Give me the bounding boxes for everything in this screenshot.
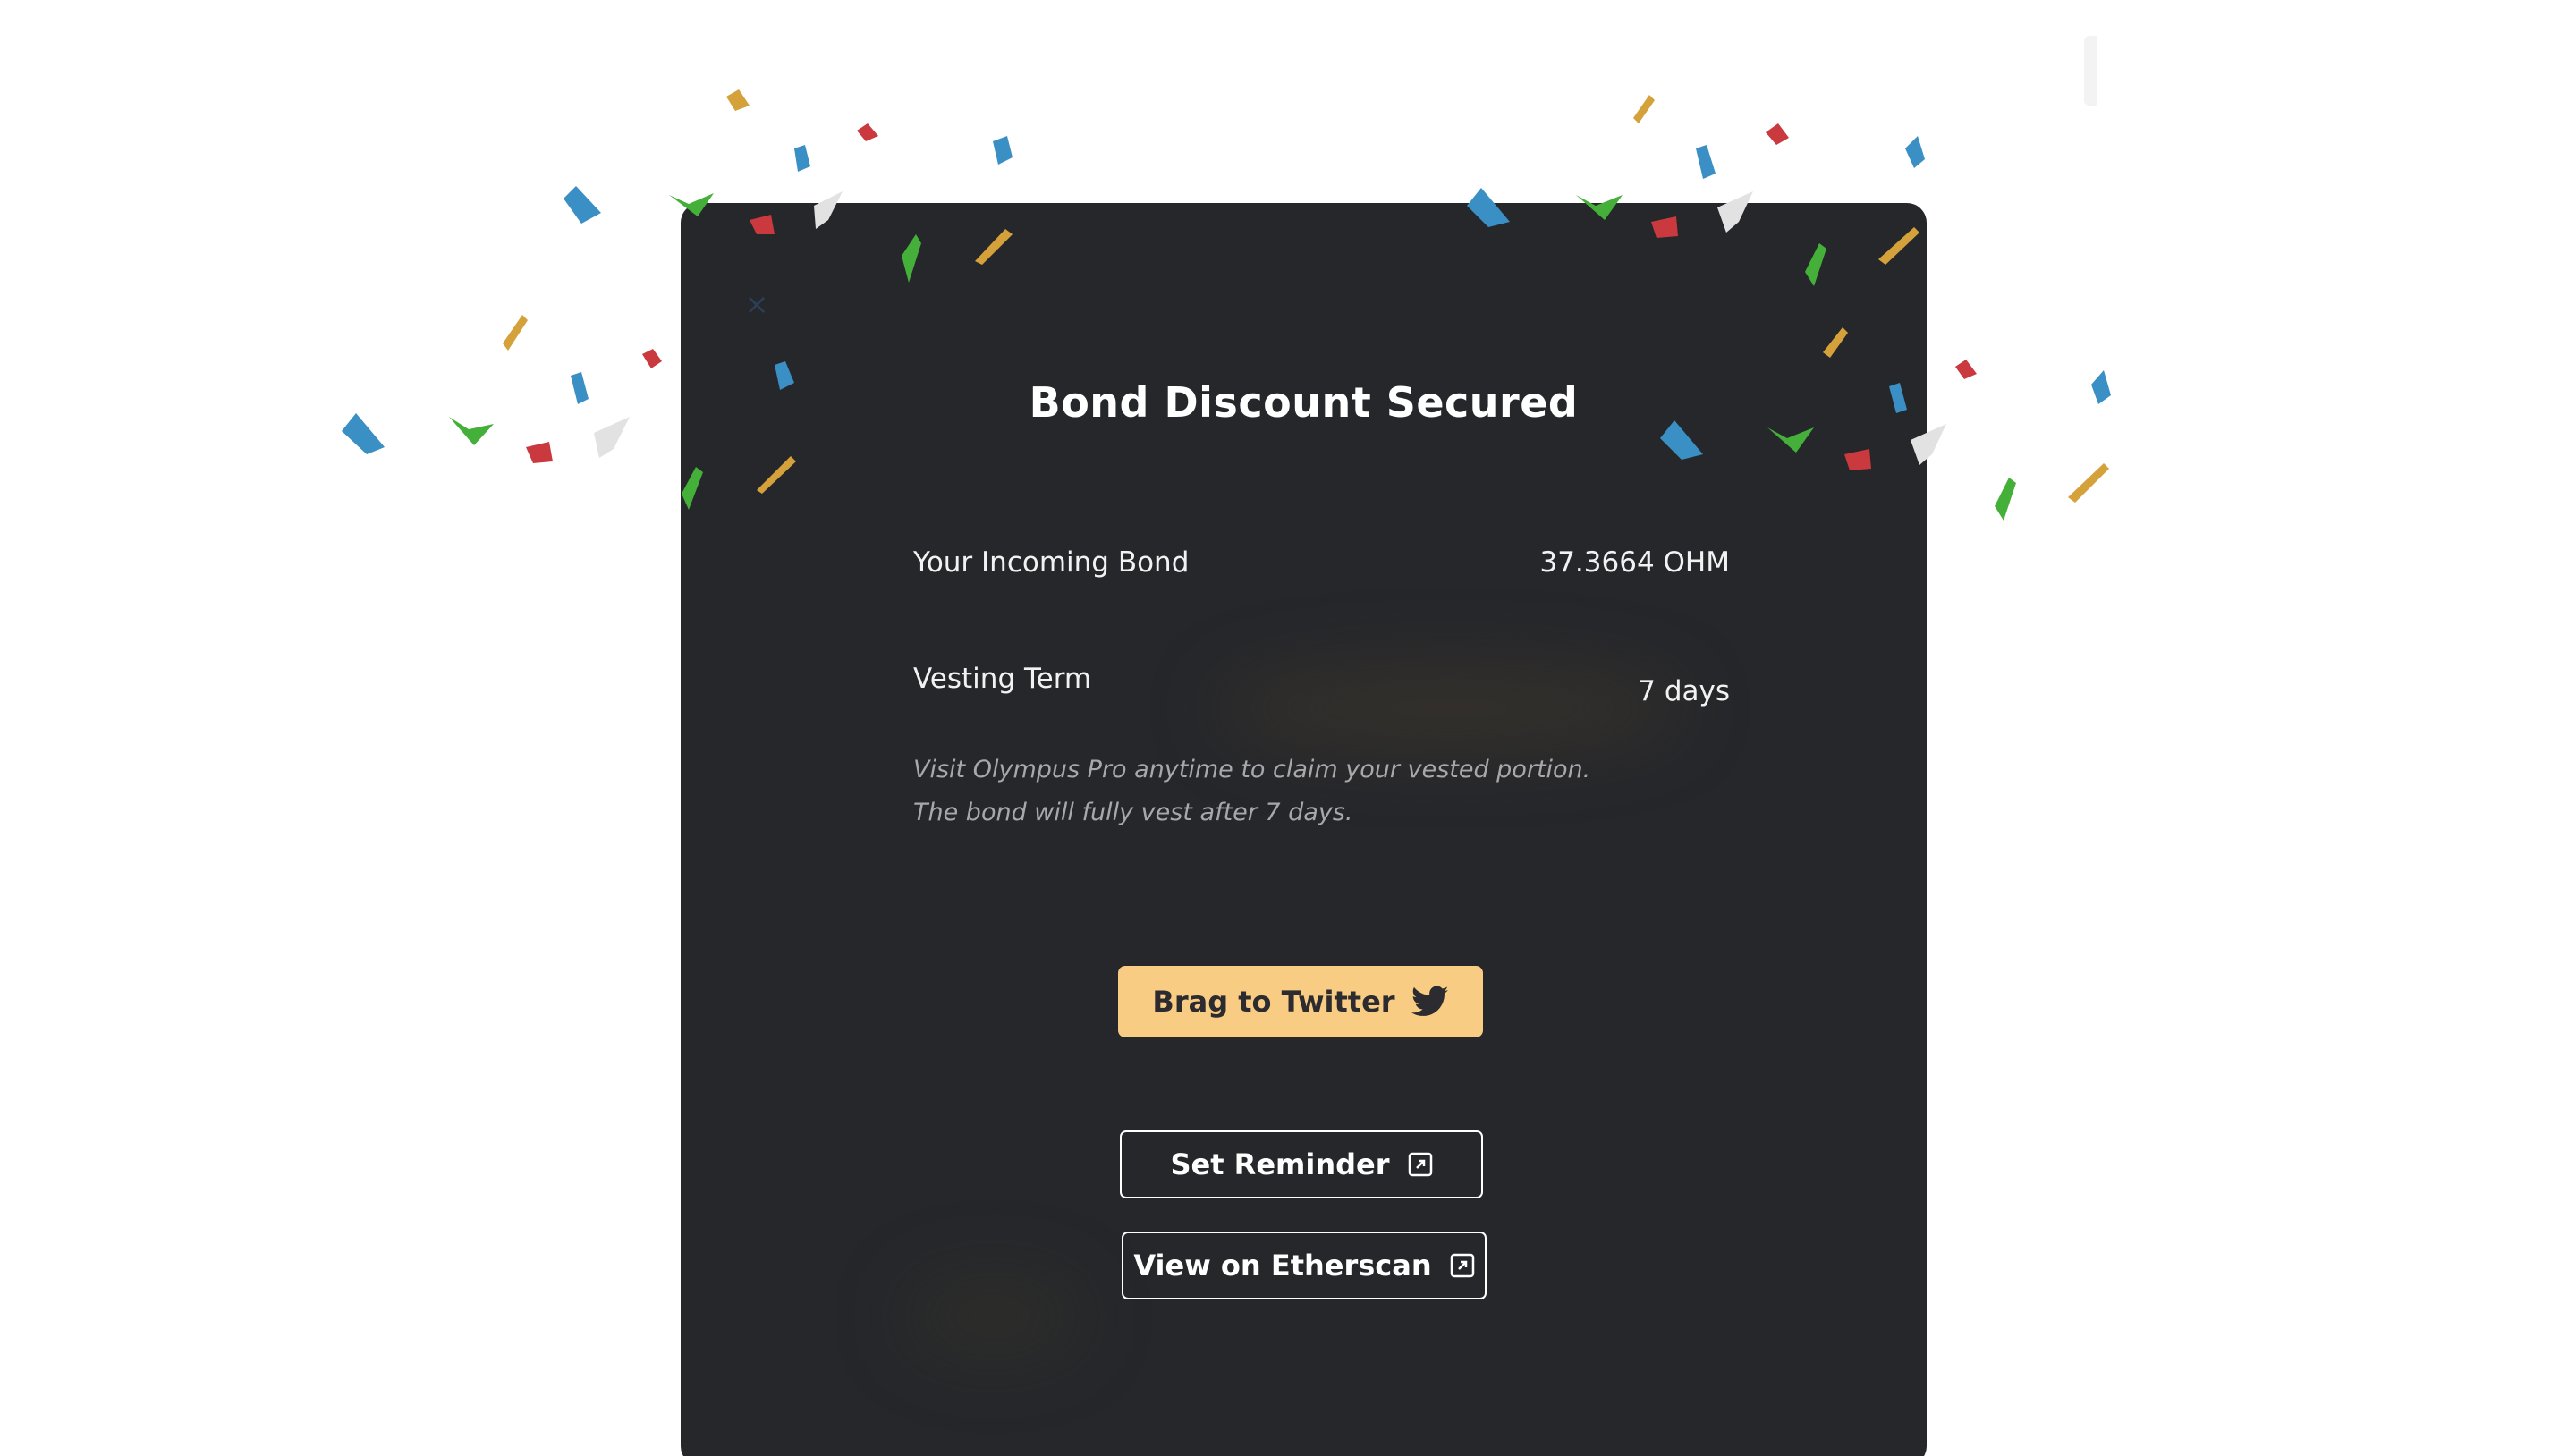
confetti-piece [2068,463,2109,503]
view-on-etherscan-button[interactable]: View on Etherscan [1122,1232,1487,1299]
incoming-bond-value: 37.3664 OHM [1539,546,1730,579]
confetti-piece [1766,123,1789,145]
ambient-blur [1217,668,1682,749]
vesting-term-value: 7 days [1638,675,1730,707]
vesting-note-line-2: The bond will fully vest after 7 days. [913,799,1353,826]
confetti-piece [1696,145,1716,179]
vesting-term-label: Vesting Term [913,663,1092,695]
confetti-piece [342,413,385,454]
ambient-blur [904,1276,1083,1357]
external-link-icon [1450,1253,1474,1278]
bond-success-modal: × Bond Discount Secured Your Incoming Bo… [681,203,1927,1456]
confetti-piece [594,417,630,458]
confetti-piece [2091,370,2111,404]
brag-to-twitter-label: Brag to Twitter [1152,985,1395,1019]
confetti-piece [794,145,810,172]
confetti-piece [503,315,528,351]
confetti-piece [1633,95,1655,123]
corner-edge [2084,36,2097,106]
confetti-piece [1905,136,1925,168]
confetti-piece [726,89,750,111]
incoming-bond-label: Your Incoming Bond [913,546,1190,579]
confetti-piece [571,372,589,404]
close-icon[interactable]: × [743,290,770,318]
confetti-piece [993,136,1013,165]
confetti-piece [449,417,494,445]
confetti-piece [642,349,662,368]
external-link-icon [1408,1152,1432,1177]
confetti-piece [1995,478,2016,521]
set-reminder-button[interactable]: Set Reminder [1120,1130,1483,1198]
modal-title: Bond Discount Secured [1029,378,1579,427]
set-reminder-label: Set Reminder [1170,1147,1390,1181]
confetti-piece [1955,360,1977,379]
vesting-note-line-1: Visit Olympus Pro anytime to claim your … [913,756,1591,783]
twitter-bird-icon [1411,986,1448,1016]
brag-to-twitter-button[interactable]: Brag to Twitter [1118,966,1483,1037]
page: × Bond Discount Secured Your Incoming Bo… [0,0,2576,1456]
confetti-piece [857,123,878,141]
confetti-piece [564,186,601,224]
view-on-etherscan-label: View on Etherscan [1133,1249,1432,1282]
confetti-piece [526,442,553,463]
